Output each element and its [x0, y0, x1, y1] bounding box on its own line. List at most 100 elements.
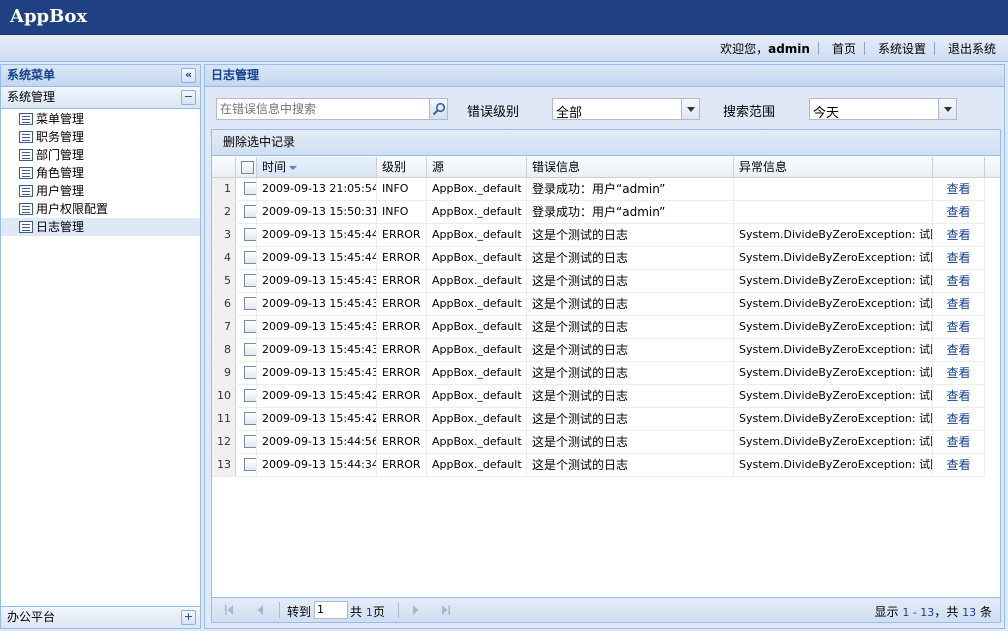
menu-item-roles[interactable]: 角色管理: [1, 164, 200, 182]
filter-bar: 错误级别 全部 搜索范围 今天: [216, 98, 996, 121]
collapse-section-icon[interactable]: −: [181, 90, 196, 105]
select-all-checkbox[interactable]: [241, 161, 254, 174]
row-number: 7: [212, 316, 236, 338]
cell-level: ERROR: [377, 247, 427, 269]
view-link[interactable]: 查看: [933, 454, 985, 476]
cell-message: 登录成功：用户“admin”: [527, 178, 734, 200]
row-select: [236, 385, 257, 407]
next-page-icon[interactable]: [410, 604, 420, 616]
row-checkbox[interactable]: [244, 435, 256, 448]
table-row[interactable]: 3 2009-09-13 15:45:44 ERROR AppBox._default…: [212, 224, 985, 247]
column-header-message[interactable]: 错误信息: [527, 157, 734, 177]
accordion-office-header[interactable]: 办公平台 +: [1, 606, 200, 628]
menu-item-positions[interactable]: 职务管理: [1, 128, 200, 146]
row-checkbox[interactable]: [244, 182, 256, 195]
cell-time: 2009-09-13 15:45:42: [257, 385, 377, 407]
row-checkbox[interactable]: [244, 389, 256, 402]
menu-item-menus[interactable]: 菜单管理: [1, 110, 200, 128]
cell-message: 登录成功：用户“admin”: [527, 201, 734, 223]
settings-link[interactable]: 系统设置: [878, 40, 926, 57]
view-link[interactable]: 查看: [933, 178, 985, 200]
chevron-down-icon[interactable]: [681, 99, 699, 119]
view-link[interactable]: 查看: [933, 431, 985, 453]
column-header-source[interactable]: 源: [427, 157, 527, 177]
divider: [863, 42, 865, 55]
delete-selected-button[interactable]: 删除选中记录: [223, 135, 295, 149]
cell-level: ERROR: [377, 270, 427, 292]
row-checkbox[interactable]: [244, 412, 256, 425]
cell-exception: System.DivideByZeroException: 试图...: [734, 247, 933, 269]
table-row[interactable]: 6 2009-09-13 15:45:43 ERROR AppBox._default…: [212, 293, 985, 316]
level-label: 错误级别: [467, 105, 520, 120]
page-input[interactable]: 1: [314, 601, 348, 619]
view-link[interactable]: 查看: [933, 385, 985, 407]
row-checkbox[interactable]: [244, 274, 256, 287]
menu-item-logs[interactable]: 日志管理: [1, 218, 200, 236]
table-row[interactable]: 4 2009-09-13 15:45:44 ERROR AppBox._default…: [212, 247, 985, 270]
view-link[interactable]: 查看: [933, 408, 985, 430]
view-link[interactable]: 查看: [933, 270, 985, 292]
left-panel-title: 系统菜单: [7, 68, 56, 82]
range-select-value: 今天: [813, 106, 840, 121]
table-row[interactable]: 8 2009-09-13 15:45:43 ERROR AppBox._default…: [212, 339, 985, 362]
cell-message: 这是个测试的日志: [527, 224, 734, 246]
row-checkbox[interactable]: [244, 366, 256, 379]
view-link[interactable]: 查看: [933, 339, 985, 361]
view-link[interactable]: 查看: [933, 362, 985, 384]
row-checkbox[interactable]: [244, 205, 256, 218]
menu-item-users[interactable]: 用户管理: [1, 182, 200, 200]
row-select: [236, 247, 257, 269]
range-select[interactable]: 今天: [809, 98, 957, 121]
row-checkbox[interactable]: [244, 320, 256, 333]
logout-link[interactable]: 退出系统: [948, 40, 996, 57]
table-row[interactable]: 11 2009-09-13 15:45:42 ERROR AppBox._defaul…: [212, 408, 985, 431]
view-link[interactable]: 查看: [933, 316, 985, 338]
table-row[interactable]: 10 2009-09-13 15:45:42 ERROR AppBox._defaul…: [212, 385, 985, 408]
accordion-system-header[interactable]: 系统管理 −: [1, 87, 200, 109]
row-select: [236, 339, 257, 361]
cell-source: AppBox._default: [427, 385, 527, 407]
last-page-icon[interactable]: [441, 604, 451, 616]
cell-time: 2009-09-13 15:45:43: [257, 362, 377, 384]
menu-item-permissions[interactable]: 用户权限配置: [1, 200, 200, 218]
home-link[interactable]: 首页: [832, 40, 856, 57]
first-page-icon[interactable]: [224, 604, 234, 616]
column-header-time[interactable]: 时间: [257, 157, 377, 177]
view-link[interactable]: 查看: [933, 201, 985, 223]
view-link[interactable]: 查看: [933, 224, 985, 246]
view-link[interactable]: 查看: [933, 247, 985, 269]
table-row[interactable]: 7 2009-09-13 15:45:43 ERROR AppBox._default…: [212, 316, 985, 339]
cell-message: 这是个测试的日志: [527, 247, 734, 269]
row-checkbox[interactable]: [244, 458, 256, 471]
row-checkbox[interactable]: [244, 343, 256, 356]
cell-level: ERROR: [377, 316, 427, 338]
row-number: 8: [212, 339, 236, 361]
page-icon: [19, 167, 33, 179]
search-icon: [432, 102, 446, 116]
table-row[interactable]: 12 2009-09-13 15:44:56 ERROR AppBox._defaul…: [212, 431, 985, 454]
cell-source: AppBox._default: [427, 224, 527, 246]
cell-exception: System.DivideByZeroException: 试图...: [734, 408, 933, 430]
row-checkbox[interactable]: [244, 297, 256, 310]
menu-item-departments[interactable]: 部门管理: [1, 146, 200, 164]
page-icon: [19, 113, 33, 125]
view-link[interactable]: 查看: [933, 293, 985, 315]
expand-section-icon[interactable]: +: [181, 610, 196, 625]
table-row[interactable]: 1 2009-09-13 21:05:54 INFO AppBox._default 登…: [212, 178, 985, 201]
search-input[interactable]: [217, 99, 427, 119]
table-row[interactable]: 13 2009-09-13 15:44:34 ERROR AppBox._defaul…: [212, 454, 985, 477]
cell-source: AppBox._default: [427, 408, 527, 430]
level-select[interactable]: 全部: [552, 98, 700, 121]
column-header-level[interactable]: 级别: [377, 157, 427, 177]
chevron-down-icon[interactable]: [938, 99, 956, 119]
collapse-left-icon[interactable]: «: [181, 68, 196, 83]
table-row[interactable]: 5 2009-09-13 15:45:43 ERROR AppBox._default…: [212, 270, 985, 293]
column-header-exception[interactable]: 异常信息: [734, 157, 933, 177]
row-checkbox[interactable]: [244, 251, 256, 264]
prev-page-icon[interactable]: [256, 604, 266, 616]
row-checkbox[interactable]: [244, 228, 256, 241]
search-button[interactable]: [429, 99, 447, 119]
table-row[interactable]: 2 2009-09-13 15:50:31 INFO AppBox._default 登…: [212, 201, 985, 224]
cell-exception: [734, 178, 933, 200]
table-row[interactable]: 9 2009-09-13 15:45:43 ERROR AppBox._default…: [212, 362, 985, 385]
